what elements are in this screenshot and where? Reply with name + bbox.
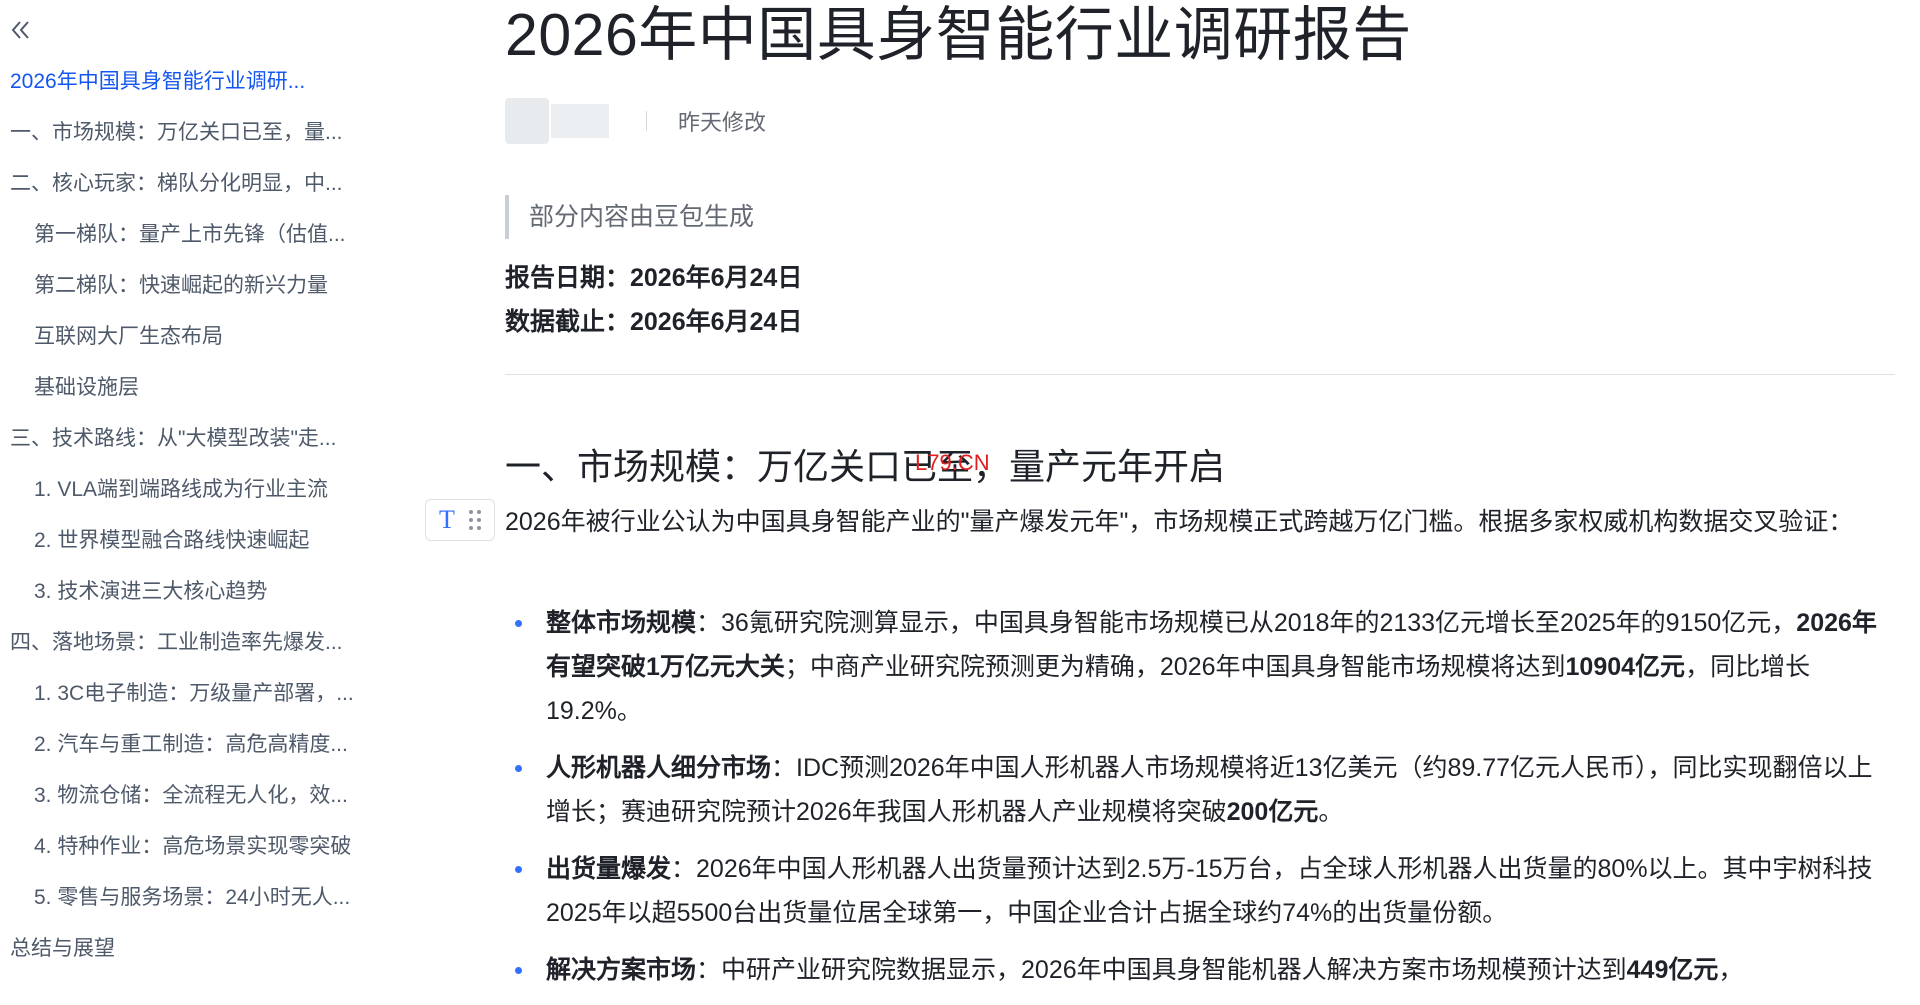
report-date: 报告日期：2026年6月24日 [505,264,803,292]
collapse-sidebar-button[interactable] [4,16,36,48]
toc-item[interactable]: 3. 物流仓储：全流程无人化，效... [0,776,400,827]
document-title: 2026年中国具身智能行业调研报告 [505,2,1412,68]
ai-generated-notice: 部分内容由豆包生成 [505,195,754,239]
bullet-item: 整体市场规模：36氪研究院测算显示，中国具身智能市场规模已从2018年的2133… [505,601,1895,733]
document-meta: 昨天修改 [505,98,766,144]
toc-item[interactable]: 2. 汽车与重工制造：高危高精度... [0,725,400,776]
toc-item[interactable]: 互联网大厂生态布局 [0,317,400,368]
text-run: 。 [1318,798,1344,826]
toc-item[interactable]: 3. 技术演进三大核心趋势 [0,572,400,623]
text-run: ：中研产业研究院数据显示，2026年中国具身智能机器人解决方案市场规模预计达到 [696,956,1627,984]
double-chevron-left-icon [6,16,34,49]
bullet-item: 人形机器人细分市场：IDC预测2026年中国人形机器人市场规模将近13亿美元（约… [505,746,1895,834]
text-run: ， [1718,956,1744,984]
author-avatar[interactable] [505,98,549,144]
author-name-blurred [551,104,609,138]
toc-item[interactable]: 第一梯队：量产上市先锋（估值... [0,215,400,266]
toc-item[interactable]: 总结与展望 [0,929,400,980]
drag-handle-icon[interactable] [468,510,481,530]
text-run: ：2026年中国人形机器人出货量预计达到2.5万-15万台，占全球人形机器人出货… [546,855,1873,927]
outline-sidebar: 2026年中国具身智能行业调研... 一、市场规模：万亿关口已至，量... 二、核心… [0,0,400,987]
text-run: ；中商产业研究院预测更为精确，2026年中国具身智能市场规模将达到 [784,653,1566,681]
toc-item[interactable]: 5. 零售与服务场景：24小时无人... [0,878,400,929]
bullet-item: 解决方案市场：中研产业研究院数据显示，2026年中国具身智能机器人解决方案市场规… [505,948,1895,992]
intro-paragraph: 2026年被行业公认为中国具身智能产业的"量产爆发元年"，市场规模正式跨越万亿门… [505,508,1854,536]
toc-item[interactable]: 二、核心玩家：梯队分化明显，中... [0,164,400,215]
bold-text: 解决方案市场 [546,956,697,984]
block-type-handle[interactable]: T [425,499,495,541]
toc-item[interactable]: 2026年中国具身智能行业调研... [0,62,400,113]
toc-item[interactable]: 一、市场规模：万亿关口已至，量... [0,113,400,164]
document-body: 2026年中国具身智能行业调研报告 昨天修改 部分内容由豆包生成 报告日期：20… [425,0,1895,987]
bold-text: 人形机器人细分市场 [546,754,772,782]
watermark-text: L79.CN [915,450,990,475]
divider [505,374,1895,375]
last-modified-label: 昨天修改 [678,110,767,135]
bold-text: 449亿元 [1626,956,1719,984]
table-of-contents: 2026年中国具身智能行业调研... 一、市场规模：万亿关口已至，量... 二、核心… [0,62,400,980]
toc-item[interactable]: 2. 世界模型融合路线快速崛起 [0,521,400,572]
section-heading-market-size: 一、市场规模：万亿关口已至，量产元年开启 [505,446,1226,487]
toc-item[interactable]: 基础设施层 [0,368,400,419]
toc-item[interactable]: 第二梯队：快速崛起的新兴力量 [0,266,400,317]
bold-text: 整体市场规模 [546,609,697,637]
toc-item[interactable]: 三、技术路线：从"大模型改装"走... [0,419,400,470]
bullet-item: 出货量爆发：2026年中国人形机器人出货量预计达到2.5万-15万台，占全球人形… [505,847,1895,935]
market-bullet-list: 整体市场规模：36氪研究院测算显示，中国具身智能市场规模已从2018年的2133… [505,601,1895,1005]
text-block-icon: T [439,505,455,534]
toc-item[interactable]: 4. 特种作业：高危场景实现零突破 [0,827,400,878]
toc-item[interactable]: 四、落地场景：工业制造率先爆发... [0,623,400,674]
meta-divider [646,111,647,131]
toc-item[interactable]: 1. VLA端到端路线成为行业主流 [0,470,400,521]
bold-text: 10904亿元 [1565,653,1686,681]
data-cutoff-date: 数据截止：2026年6月24日 [505,308,803,336]
bold-text: 200亿元 [1226,798,1319,826]
bold-text: 出货量爆发 [546,855,672,883]
text-run: ：36氪研究院测算显示，中国具身智能市场规模已从2018年的2133亿元增长至2… [696,609,1797,637]
toc-item[interactable]: 1. 3C电子制造：万级量产部署，... [0,674,400,725]
